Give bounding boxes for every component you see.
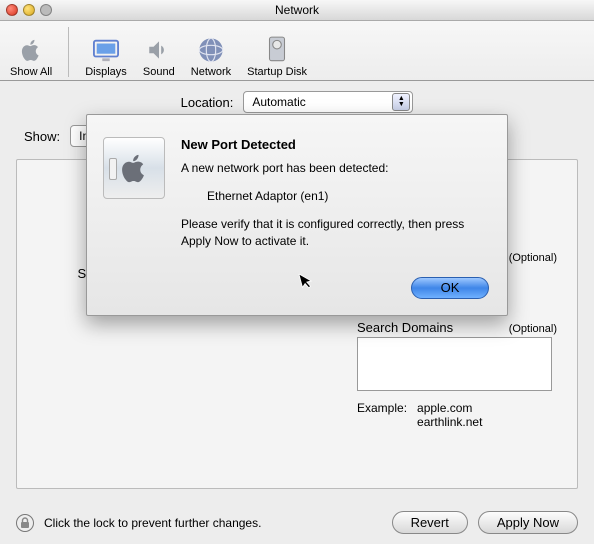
optional-label: (Optional) bbox=[509, 252, 557, 264]
display-icon bbox=[90, 34, 122, 66]
toolbar-label: Sound bbox=[143, 66, 175, 78]
search-domains-label: Search Domains bbox=[357, 320, 453, 335]
globe-icon bbox=[195, 34, 227, 66]
dialog-app-icon bbox=[103, 137, 165, 199]
toolbar-label: Show All bbox=[10, 66, 52, 78]
location-popup[interactable]: Automatic ▲▼ bbox=[243, 91, 413, 113]
toolbar-displays[interactable]: Displays bbox=[85, 23, 127, 80]
window-titlebar: Network bbox=[0, 0, 594, 21]
apply-now-button[interactable]: Apply Now bbox=[478, 511, 578, 534]
ok-button[interactable]: OK bbox=[411, 277, 489, 299]
window-title: Network bbox=[0, 3, 594, 17]
toolbar-show-all[interactable]: Show All bbox=[10, 23, 52, 80]
location-value: Automatic bbox=[252, 95, 305, 109]
toolbar-sound[interactable]: Sound bbox=[143, 23, 175, 80]
show-label: Show: bbox=[24, 129, 60, 144]
dialog-line2: Please verify that it is configured corr… bbox=[181, 216, 487, 248]
optional-label: (Optional) bbox=[509, 323, 557, 335]
new-port-dialog: New Port Detected A new network port has… bbox=[86, 114, 508, 316]
toolbar-label: Network bbox=[191, 66, 231, 78]
footer: Click the lock to prevent further change… bbox=[0, 511, 594, 534]
revert-button[interactable]: Revert bbox=[392, 511, 468, 534]
lock-text: Click the lock to prevent further change… bbox=[44, 516, 261, 530]
lock-icon[interactable] bbox=[16, 514, 34, 532]
apple-logo-icon bbox=[15, 34, 47, 66]
example-row: Example: apple.com earthlink.net bbox=[357, 401, 557, 429]
dialog-port-name: Ethernet Adaptor (en1) bbox=[181, 188, 487, 204]
toolbar-startup-disk[interactable]: Startup Disk bbox=[247, 23, 307, 80]
toolbar-label: Startup Disk bbox=[247, 66, 307, 78]
dialog-title: New Port Detected bbox=[181, 137, 487, 152]
example-value: apple.com bbox=[417, 401, 482, 415]
search-domains-header: Search Domains (Optional) bbox=[357, 320, 557, 335]
search-domains-input[interactable] bbox=[357, 337, 552, 391]
dialog-line1: A new network port has been detected: bbox=[181, 160, 487, 176]
location-label: Location: bbox=[181, 95, 234, 110]
chevron-up-down-icon: ▲▼ bbox=[392, 93, 410, 111]
example-label: Example: bbox=[357, 401, 407, 429]
toolbar-label: Displays bbox=[85, 66, 127, 78]
location-row: Location: Automatic ▲▼ bbox=[16, 91, 578, 113]
toolbar: Show All Displays Sound Network Startup … bbox=[0, 21, 594, 81]
toolbar-separator bbox=[68, 27, 69, 77]
example-value: earthlink.net bbox=[417, 415, 482, 429]
toolbar-network[interactable]: Network bbox=[191, 23, 231, 80]
disk-icon bbox=[261, 34, 293, 66]
speaker-icon bbox=[143, 34, 175, 66]
